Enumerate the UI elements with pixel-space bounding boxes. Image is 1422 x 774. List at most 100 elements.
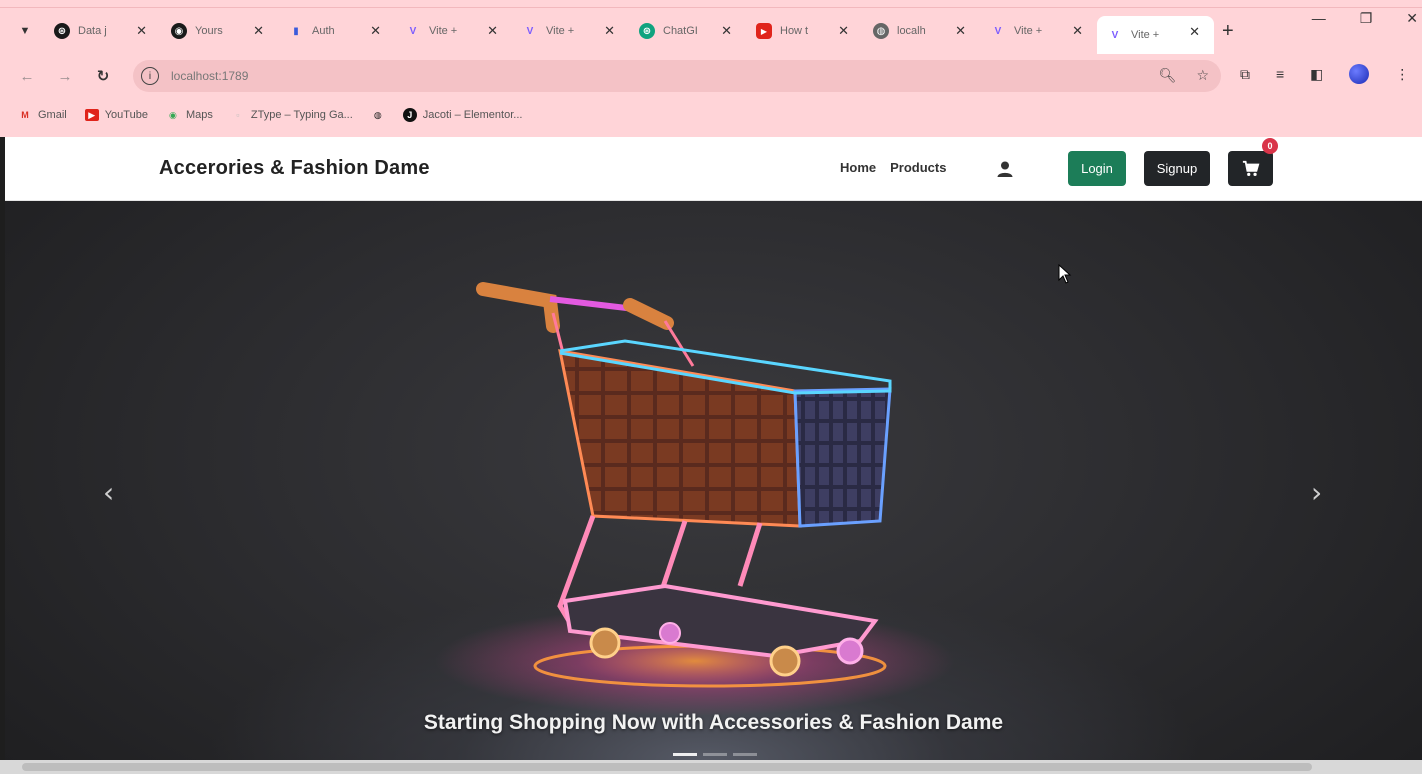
browser-tab[interactable]: ▮ Auth ✕ (278, 15, 395, 47)
maps-pin-icon: ◉ (169, 109, 177, 120)
bookmark-label: YouTube (104, 109, 148, 121)
hero-caption: Starting Shopping Now with Accessories &… (423, 711, 1004, 734)
browser-tab[interactable]: V Vite + ✕ (395, 15, 512, 47)
bookmark-label: Gmail (38, 109, 67, 121)
bookmarks-bar: M Gmail ▶ YouTube ◉ Maps ▫ ZType – Typin… (0, 100, 1422, 130)
tab-close-icon[interactable]: ✕ (136, 23, 147, 39)
bookmark-globe[interactable]: ◍ (371, 109, 385, 121)
tab-title: Data j (78, 25, 107, 37)
signup-button[interactable]: Signup (1144, 151, 1210, 186)
bookmark-youtube[interactable]: ▶ YouTube (84, 109, 148, 121)
address-bar[interactable]: i localhost:1789 🔍︎ ☆ (133, 60, 1221, 92)
carousel-indicator-2[interactable] (703, 753, 727, 756)
side-panel-icon[interactable]: ◧ (1310, 66, 1323, 83)
tab-close-icon[interactable]: ✕ (604, 23, 615, 39)
browser-tab[interactable]: ⊛ ChatGI ✕ (629, 15, 746, 47)
globe-icon: ◍ (873, 23, 889, 39)
nav-links: Home Products (840, 160, 946, 175)
browser-tab[interactable]: V Vite + ✕ (1097, 16, 1214, 54)
bookmark-jacoti[interactable]: J Jacoti – Elementor... (402, 108, 523, 122)
site-brand[interactable]: Accerories & Fashion Dame (159, 157, 430, 180)
browser-tab[interactable]: ⊛ Data j ✕ (44, 15, 161, 47)
browser-tab[interactable]: V Vite + ✕ (980, 15, 1097, 47)
browser-toolbar: ← → ↻ i localhost:1789 🔍︎ ☆ ⧉ ≡ ◧ ⋮ (0, 54, 1422, 98)
extensions-icon[interactable]: ⧉ (1240, 66, 1250, 83)
tab-title: Auth (312, 25, 335, 37)
carousel-prev-arrow-icon[interactable]: ‹ (103, 476, 114, 509)
carousel-indicator-1[interactable] (673, 753, 697, 756)
jacoti-icon: J (402, 108, 417, 122)
browser-tab[interactable]: ◍ localh ✕ (863, 15, 980, 47)
tab-close-icon[interactable]: ✕ (838, 23, 849, 39)
browser-menu-icon[interactable]: ⋮ (1395, 66, 1409, 83)
scrollbar-thumb[interactable] (22, 763, 1312, 771)
tab-close-icon[interactable]: ✕ (1072, 23, 1083, 39)
back-icon[interactable]: ← (16, 68, 38, 85)
gmail-icon: M (21, 110, 29, 120)
tab-title: localh (897, 25, 926, 37)
bookmark-label: ZType – Typing Ga... (250, 109, 353, 121)
browser-tab[interactable]: ▶ How t ✕ (746, 15, 863, 47)
browser-tab[interactable]: ◉ Yours ✕ (161, 15, 278, 47)
mouse-cursor-icon (1058, 264, 1072, 284)
ztype-icon: ▫ (236, 110, 240, 120)
bookmark-maps[interactable]: ◉ Maps (166, 109, 213, 121)
tab-title: Vite + (1014, 25, 1043, 37)
window-controls: — ❐ ✕ (1312, 10, 1422, 27)
nav-home-link[interactable]: Home (840, 160, 876, 175)
tab-title: ChatGI (663, 25, 698, 37)
github-icon: ◉ (171, 23, 187, 39)
login-button[interactable]: Login (1068, 151, 1126, 186)
browser-tab[interactable]: V Vite + ✕ (512, 15, 629, 47)
nav-products-link[interactable]: Products (890, 160, 946, 175)
bookmark-star-icon[interactable]: ☆ (1196, 67, 1209, 84)
tab-close-icon[interactable]: ✕ (370, 23, 381, 39)
vite-icon: V (994, 25, 1002, 37)
carousel-indicator-3[interactable] (733, 753, 757, 756)
hero-carousel: ‹ › Starting Shopping Now with Accessori… (5, 201, 1422, 774)
tab-title: Vite + (1131, 29, 1160, 41)
bookmark-label: Jacoti – Elementor... (422, 109, 523, 121)
user-icon[interactable] (995, 159, 1015, 179)
profile-avatar[interactable] (1349, 64, 1370, 84)
tab-title: Yours (195, 25, 223, 37)
cart-button[interactable] (1228, 151, 1273, 186)
reading-list-icon[interactable]: ≡ (1276, 66, 1284, 82)
restore-icon[interactable]: ❐ (1360, 10, 1373, 27)
tab-title: Vite + (429, 25, 458, 37)
forward-icon[interactable]: → (54, 68, 76, 85)
shopping-cart-illustration (435, 282, 955, 716)
carousel-next-arrow-icon[interactable]: › (1311, 476, 1322, 509)
tab-close-icon[interactable]: ✕ (955, 23, 966, 39)
tab-search-icon[interactable]: ▼ (14, 20, 36, 42)
bookmark-label: Maps (185, 109, 213, 121)
youtube-icon: ▶ (756, 23, 772, 39)
bookmark-gmail[interactable]: M Gmail (18, 109, 67, 121)
carousel-indicators (673, 753, 757, 756)
minimize-icon[interactable]: — (1312, 10, 1326, 27)
tab-close-icon[interactable]: ✕ (487, 23, 498, 39)
tab-title: How t (780, 25, 809, 37)
globe-icon: ◍ (373, 109, 382, 120)
new-tab-button[interactable]: + (1222, 20, 1242, 43)
close-window-icon[interactable]: ✕ (1406, 10, 1418, 27)
horizontal-scrollbar[interactable] (0, 760, 1422, 774)
tab-close-icon[interactable]: ✕ (1189, 24, 1200, 40)
bookmark-ztype[interactable]: ▫ ZType – Typing Ga... (231, 109, 353, 121)
window-top-border (0, 0, 1422, 8)
reload-icon[interactable]: ↻ (92, 67, 114, 85)
chatgpt-icon: ⊛ (639, 23, 655, 39)
zoom-icon[interactable]: 🔍︎ (1159, 67, 1177, 84)
tab-close-icon[interactable]: ✕ (721, 23, 732, 39)
chatgpt-icon: ⊛ (54, 23, 70, 39)
browser-chrome: ▼ ⊛ Data j ✕ ◉ Yours ✕ ▮ Auth ✕ V Vite + ✕ V Vite + ✕ ⊛… (0, 0, 1422, 137)
site-info-icon[interactable]: i (141, 67, 159, 85)
bookmark-icon: ▮ (293, 25, 299, 37)
vite-icon: V (409, 25, 417, 37)
cart-count-badge: 0 (1262, 138, 1278, 154)
web-page: Accerories & Fashion Dame Home Products … (5, 137, 1422, 774)
address-url[interactable]: localhost:1789 (171, 69, 248, 83)
tab-close-icon[interactable]: ✕ (253, 23, 264, 39)
tab-title: Vite + (546, 25, 575, 37)
vite-icon: V (1111, 29, 1119, 41)
